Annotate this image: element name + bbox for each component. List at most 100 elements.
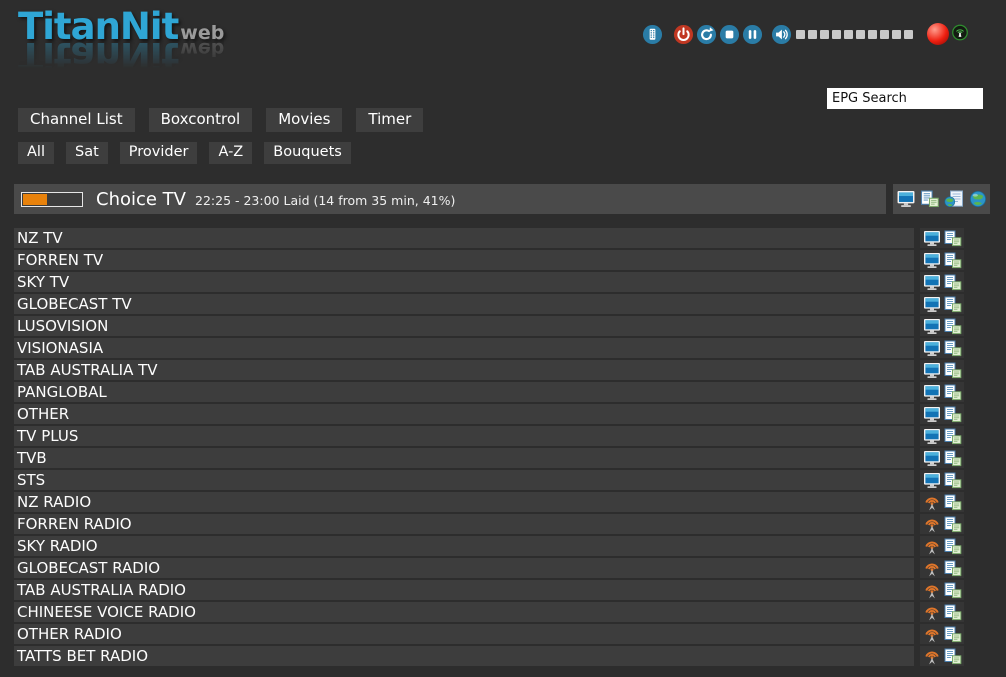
- radio-icon[interactable]: [923, 560, 941, 577]
- channel-row[interactable]: CHINEESE VOICE RADIO: [14, 602, 964, 622]
- tv-icon[interactable]: [896, 190, 916, 208]
- channel-name[interactable]: TV PLUS: [14, 426, 914, 446]
- epg-pages-icon[interactable]: [944, 252, 962, 269]
- epg-pages-icon[interactable]: [944, 450, 962, 467]
- channel-row[interactable]: VISIONASIA: [14, 338, 964, 358]
- power-button[interactable]: [673, 24, 694, 45]
- epg-pages-icon[interactable]: [944, 318, 962, 335]
- epg-pages-icon[interactable]: [944, 362, 962, 379]
- epg-pages-icon[interactable]: [944, 604, 962, 621]
- channel-name[interactable]: SKY RADIO: [14, 536, 914, 556]
- channel-name[interactable]: TAB AUSTRALIA RADIO: [14, 580, 914, 600]
- epg-pages-icon[interactable]: [944, 582, 962, 599]
- channel-row[interactable]: TAB AUSTRALIA TV: [14, 360, 964, 380]
- radio-icon[interactable]: [923, 582, 941, 599]
- channel-row[interactable]: TATTS BET RADIO: [14, 646, 964, 666]
- channel-name[interactable]: PANGLOBAL: [14, 382, 914, 402]
- channel-row[interactable]: SKY RADIO: [14, 536, 964, 556]
- tv-icon[interactable]: [923, 252, 941, 269]
- tv-icon[interactable]: [923, 340, 941, 357]
- channel-row[interactable]: SKY TV: [14, 272, 964, 292]
- epg-pages-icon[interactable]: [944, 648, 962, 665]
- channel-name[interactable]: FORREN RADIO: [14, 514, 914, 534]
- volume-segment[interactable]: [796, 30, 805, 39]
- epg-search-input[interactable]: [827, 88, 983, 109]
- tv-icon[interactable]: [923, 274, 941, 291]
- channel-row[interactable]: FORREN TV: [14, 250, 964, 270]
- channel-row[interactable]: OTHER: [14, 404, 964, 424]
- tab-movies[interactable]: Movies: [266, 108, 342, 132]
- radio-icon[interactable]: [923, 626, 941, 643]
- tv-icon[interactable]: [923, 472, 941, 489]
- tv-icon[interactable]: [923, 450, 941, 467]
- epg-pages-icon[interactable]: [920, 190, 940, 208]
- channel-row[interactable]: STS: [14, 470, 964, 490]
- radio-icon[interactable]: [923, 648, 941, 665]
- radio-icon[interactable]: [923, 604, 941, 621]
- tab-timer[interactable]: Timer: [356, 108, 423, 132]
- transmitter-icon[interactable]: [951, 24, 972, 45]
- channel-name[interactable]: OTHER: [14, 404, 914, 424]
- tv-icon[interactable]: [923, 230, 941, 247]
- channel-name[interactable]: OTHER RADIO: [14, 624, 914, 644]
- epg-pages-icon[interactable]: [944, 428, 962, 445]
- tv-icon[interactable]: [923, 296, 941, 313]
- tv-icon[interactable]: [923, 406, 941, 423]
- channel-name[interactable]: TVB: [14, 448, 914, 468]
- channel-name[interactable]: SKY TV: [14, 272, 914, 292]
- tv-icon[interactable]: [923, 318, 941, 335]
- radio-icon[interactable]: [923, 538, 941, 555]
- volume-segment[interactable]: [844, 30, 853, 39]
- volume-segment[interactable]: [868, 30, 877, 39]
- channel-row[interactable]: PANGLOBAL: [14, 382, 964, 402]
- epg-pages-icon[interactable]: [944, 384, 962, 401]
- epg-pages-icon[interactable]: [944, 516, 962, 533]
- epg-pages-icon[interactable]: [944, 626, 962, 643]
- epg-pages-icon[interactable]: [944, 340, 962, 357]
- channel-name[interactable]: VISIONASIA: [14, 338, 914, 358]
- epg-pages-icon[interactable]: [944, 406, 962, 423]
- volume-segment[interactable]: [808, 30, 817, 39]
- stop-button[interactable]: [719, 24, 740, 45]
- volume-segment[interactable]: [892, 30, 901, 39]
- epg-pages-icon[interactable]: [944, 296, 962, 313]
- channel-row[interactable]: TVB: [14, 448, 964, 468]
- channel-row[interactable]: TV PLUS: [14, 426, 964, 446]
- radio-icon[interactable]: [923, 516, 941, 533]
- epg-pages-icon[interactable]: [944, 538, 962, 555]
- tv-icon[interactable]: [923, 384, 941, 401]
- channel-row[interactable]: NZ RADIO: [14, 492, 964, 512]
- channel-name[interactable]: CHINEESE VOICE RADIO: [14, 602, 914, 622]
- channel-name[interactable]: GLOBECAST TV: [14, 294, 914, 314]
- radio-icon[interactable]: [923, 494, 941, 511]
- volume-segment[interactable]: [832, 30, 841, 39]
- channel-name[interactable]: STS: [14, 470, 914, 490]
- webstream-icon[interactable]: [944, 190, 964, 208]
- volume-button[interactable]: [771, 24, 792, 45]
- channel-name[interactable]: TATTS BET RADIO: [14, 646, 914, 666]
- tv-icon[interactable]: [923, 362, 941, 379]
- volume-segment[interactable]: [820, 30, 829, 39]
- tab-boxcontrol[interactable]: Boxcontrol: [149, 108, 253, 132]
- tab-channel-list[interactable]: Channel List: [18, 108, 135, 132]
- filter-bouquets[interactable]: Bouquets: [264, 142, 351, 164]
- globe-icon[interactable]: [968, 190, 988, 208]
- epg-pages-icon[interactable]: [944, 230, 962, 247]
- epg-pages-icon[interactable]: [944, 560, 962, 577]
- filter-a-z[interactable]: A-Z: [209, 142, 252, 164]
- channel-name[interactable]: FORREN TV: [14, 250, 914, 270]
- channel-row[interactable]: NZ TV: [14, 228, 964, 248]
- channel-row[interactable]: FORREN RADIO: [14, 514, 964, 534]
- channel-name[interactable]: TAB AUSTRALIA TV: [14, 360, 914, 380]
- channel-name[interactable]: NZ RADIO: [14, 492, 914, 512]
- epg-pages-icon[interactable]: [944, 274, 962, 291]
- channel-name[interactable]: LUSOVISION: [14, 316, 914, 336]
- volume-segment[interactable]: [856, 30, 865, 39]
- channel-row[interactable]: OTHER RADIO: [14, 624, 964, 644]
- volume-segment[interactable]: [904, 30, 913, 39]
- channel-name[interactable]: NZ TV: [14, 228, 914, 248]
- pause-button[interactable]: [742, 24, 763, 45]
- channel-name[interactable]: GLOBECAST RADIO: [14, 558, 914, 578]
- reload-button[interactable]: [696, 24, 717, 45]
- channel-row[interactable]: TAB AUSTRALIA RADIO: [14, 580, 964, 600]
